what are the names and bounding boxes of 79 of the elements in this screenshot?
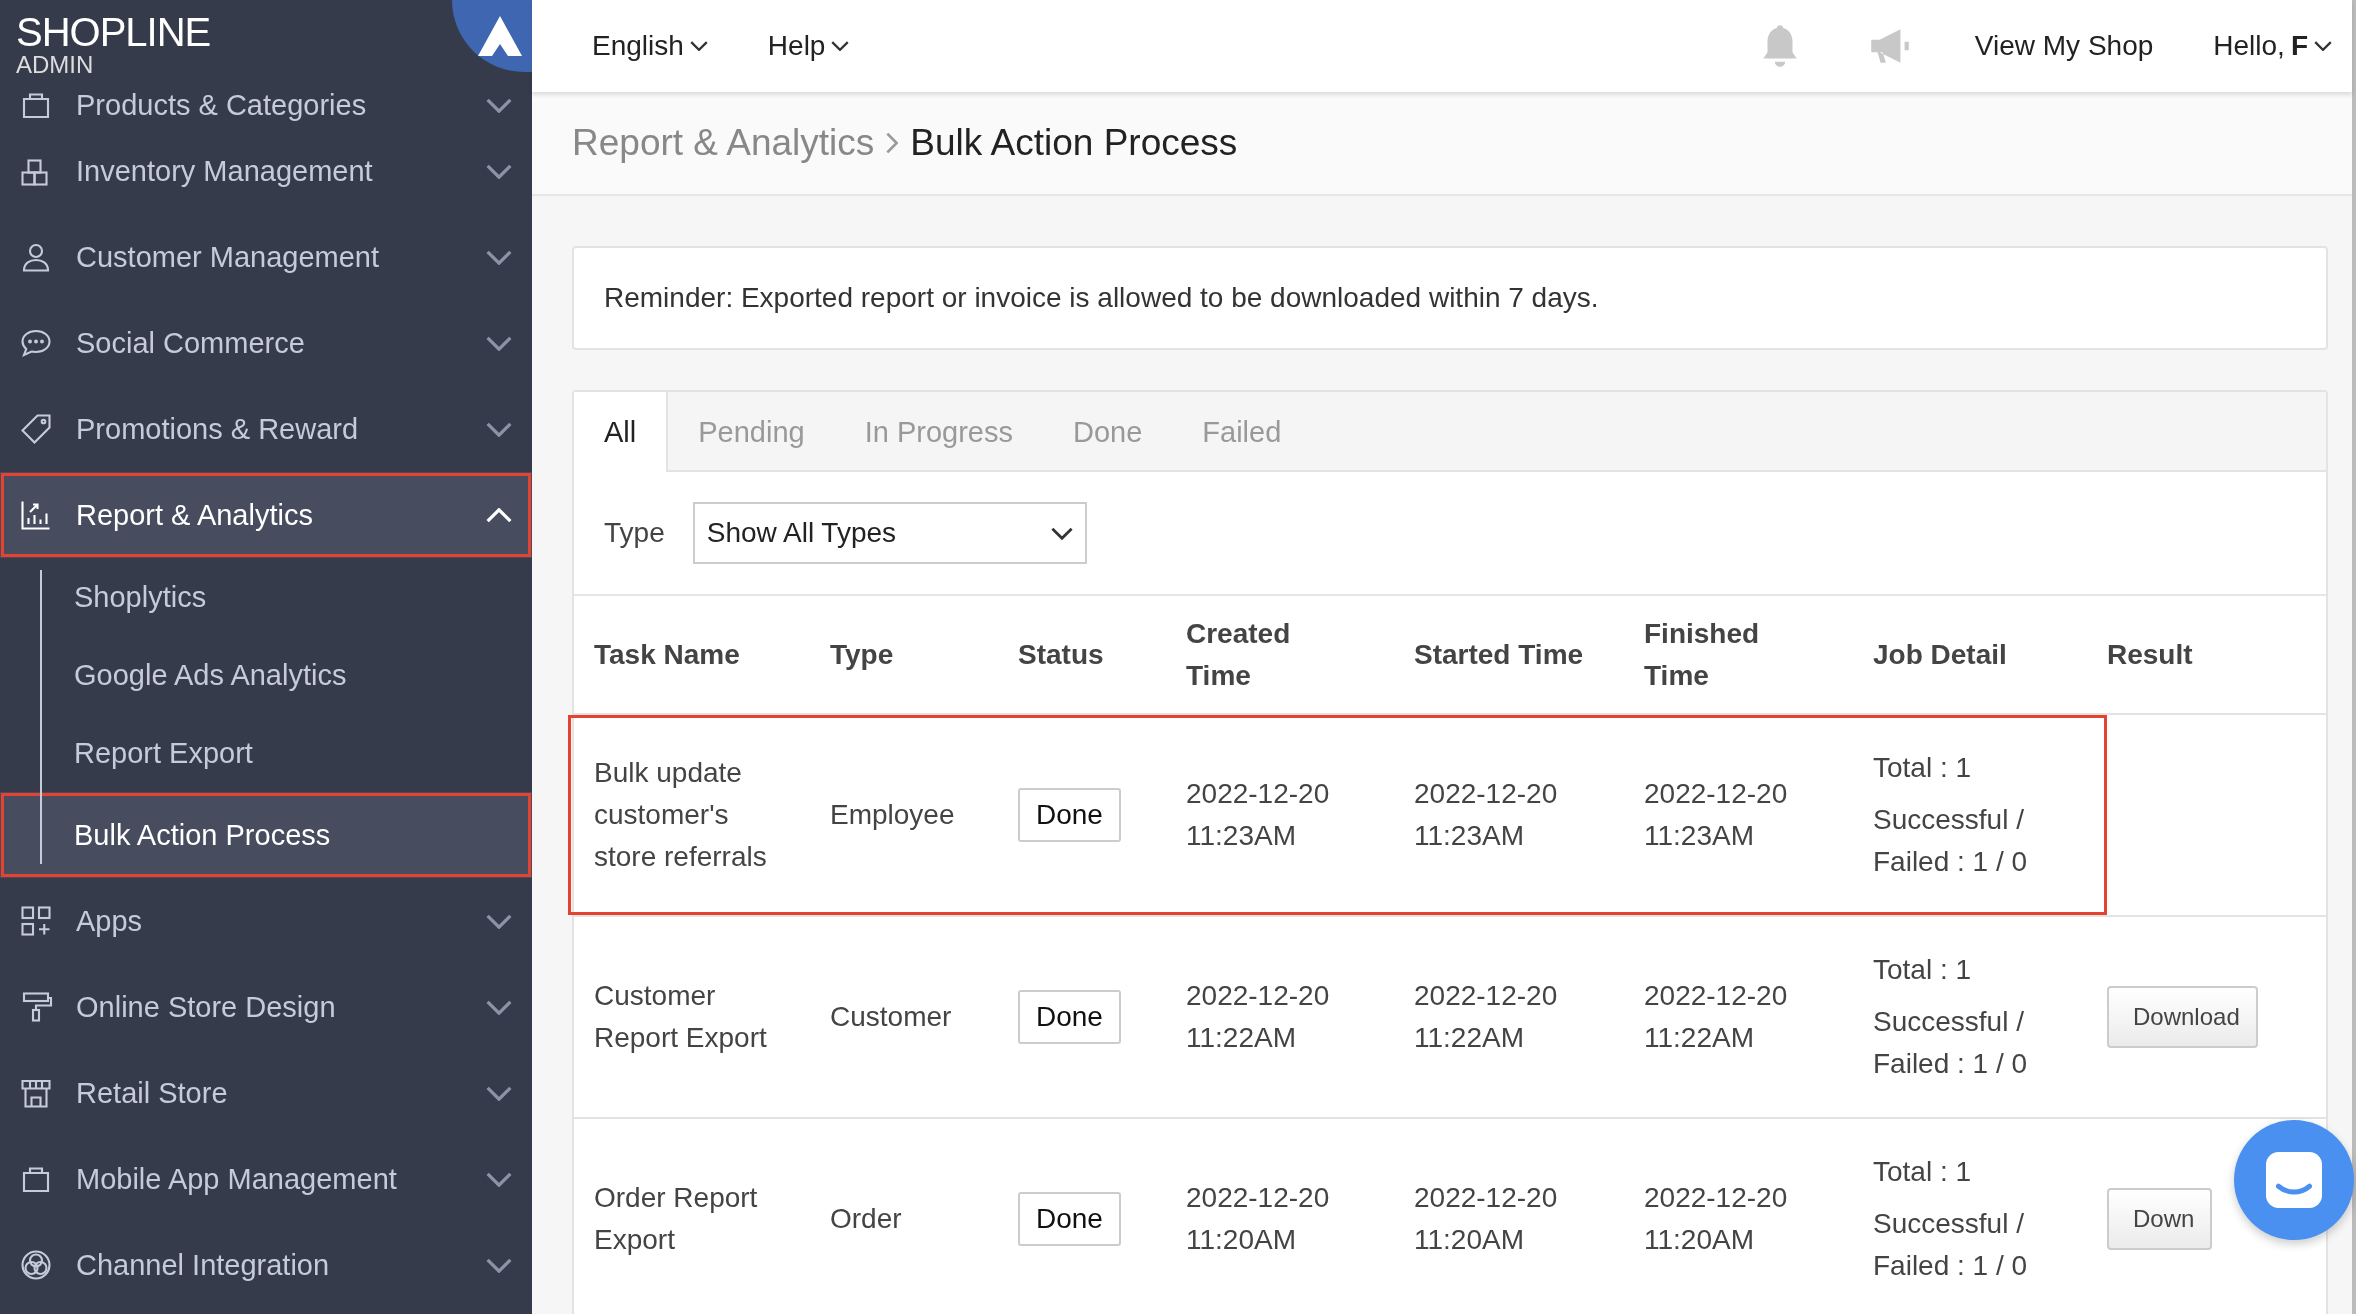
task-name-cell-text: Customer Report Export xyxy=(594,979,768,1055)
chevron-down-icon xyxy=(486,335,512,351)
sidebar-item[interactable]: Social Commerce xyxy=(0,300,532,386)
type-select[interactable]: Show All Types xyxy=(692,502,1087,564)
user-menu[interactable]: Hello, F xyxy=(2213,30,2332,62)
chevron-down-icon xyxy=(486,913,512,929)
chevron-down-icon xyxy=(486,999,512,1015)
finished-time-cell-text: 2022-12-20 11:20AM xyxy=(1644,1181,1789,1257)
chevron-down-icon xyxy=(2314,41,2332,51)
filter-tab[interactable]: All xyxy=(574,392,669,472)
chevron-down-icon xyxy=(486,97,512,113)
job-total: Total : 1 xyxy=(1873,751,1973,785)
download-button[interactable]: Download xyxy=(2107,986,2258,1048)
status-tag: Done xyxy=(1018,1192,1121,1246)
chevron-up-icon xyxy=(486,507,512,523)
started-time-cell-text: 2022-12-20 11:20AM xyxy=(1414,1181,1559,1257)
chevron-down-icon xyxy=(486,1171,512,1187)
sidebar-item[interactable]: Mobile App Management xyxy=(0,1136,532,1222)
grid-icon xyxy=(18,903,54,939)
chat-bubble-icon xyxy=(2266,1152,2322,1208)
finished-time-cell-text: 2022-12-20 11:22AM xyxy=(1644,979,1789,1055)
sidebar-subitem[interactable]: Bulk Action Process xyxy=(0,792,532,878)
sidebar-subitem[interactable]: Google Ads Analytics xyxy=(0,636,532,714)
sidebar-item[interactable]: Promotions & Reward xyxy=(0,386,532,472)
chevron-down-icon xyxy=(486,1085,512,1101)
type-label: Type xyxy=(604,517,665,549)
started-time-cell-text: 2022-12-20 11:23AM xyxy=(1414,777,1559,853)
started-time-cell-text: 2022-12-20 11:22AM xyxy=(1414,979,1559,1055)
sidebar-item[interactable]: Channel Integration xyxy=(0,1222,532,1308)
column-header: Finished Time xyxy=(1644,616,1761,693)
column-header: Started Time xyxy=(1414,637,1584,672)
column-header: Result xyxy=(2107,637,2194,672)
status-tag: Done xyxy=(1018,788,1121,842)
sidebar-item[interactable]: Online Store Design xyxy=(0,964,532,1050)
chevron-down-icon xyxy=(1050,526,1073,540)
type-cell-text: Customer xyxy=(830,1000,953,1034)
reminder-notice: Reminder: Exported report or invoice is allowed to be downloaded within 7 days. xyxy=(572,246,2328,350)
task-name-cell-text: Bulk update customer's store referrals xyxy=(594,756,768,874)
created-time-cell-text: 2022-12-20 11:22AM xyxy=(1186,979,1331,1055)
sidebar-item[interactable]: Inventory Management xyxy=(0,128,532,214)
type-cell-text: Order xyxy=(830,1202,903,1236)
tag-icon xyxy=(18,411,54,447)
sidebar-item[interactable]: Report & Analytics xyxy=(0,472,532,558)
chevron-down-icon xyxy=(486,1257,512,1273)
type-cell-text: Employee xyxy=(830,798,956,832)
chevron-down-icon xyxy=(689,41,708,51)
sidebar-item[interactable]: Customer Management xyxy=(0,214,532,300)
column-header: Created Time xyxy=(1186,616,1292,693)
chevron-down-icon xyxy=(486,163,512,179)
job-total: Total : 1 xyxy=(1873,1155,1973,1189)
column-header: Job Detail xyxy=(1873,637,2008,672)
job-outcome: Successful / Failed : 1 / 0 xyxy=(1873,1207,2029,1283)
column-header: Task Name xyxy=(594,637,741,672)
finished-time-cell-text: 2022-12-20 11:23AM xyxy=(1644,777,1789,853)
chevron-down-icon xyxy=(486,249,512,265)
chevron-right-icon xyxy=(886,132,899,154)
chevron-down-icon xyxy=(831,41,850,51)
created-time-cell-text: 2022-12-20 11:23AM xyxy=(1186,777,1331,853)
created-time-cell-text: 2022-12-20 11:20AM xyxy=(1186,1181,1331,1257)
brand-subtitle: ADMIN xyxy=(16,52,95,78)
job-outcome: Successful / Failed : 1 / 0 xyxy=(1873,1005,2029,1081)
job-outcome: Successful / Failed : 1 / 0 xyxy=(1873,803,2029,879)
view-shop-link[interactable]: View My Shop xyxy=(1974,30,2154,62)
sidebar-subitem[interactable]: Report Export xyxy=(0,714,532,792)
column-header: Status xyxy=(1018,637,1105,672)
dropdown-menu[interactable]: English xyxy=(592,30,708,62)
sidebar-item[interactable]: Products & Categories xyxy=(0,82,532,128)
download-button[interactable]: Down xyxy=(2107,1188,2213,1250)
status-tag: Done xyxy=(1018,990,1121,1044)
brand-logo: SHOPLINE xyxy=(16,12,211,52)
job-total: Total : 1 xyxy=(1873,953,1973,987)
sidebar-item[interactable]: Retail Store xyxy=(0,1050,532,1136)
sidebar-item[interactable]: Apps xyxy=(0,878,532,964)
chevron-down-icon xyxy=(486,421,512,437)
column-header: Type xyxy=(830,637,895,672)
task-name-cell-text: Order Report Export xyxy=(594,1181,759,1257)
dropdown-menu[interactable]: Help xyxy=(767,30,850,62)
sidebar-subitem[interactable]: Shoplytics xyxy=(0,558,532,636)
page-title: Bulk Action Process xyxy=(910,122,1238,164)
